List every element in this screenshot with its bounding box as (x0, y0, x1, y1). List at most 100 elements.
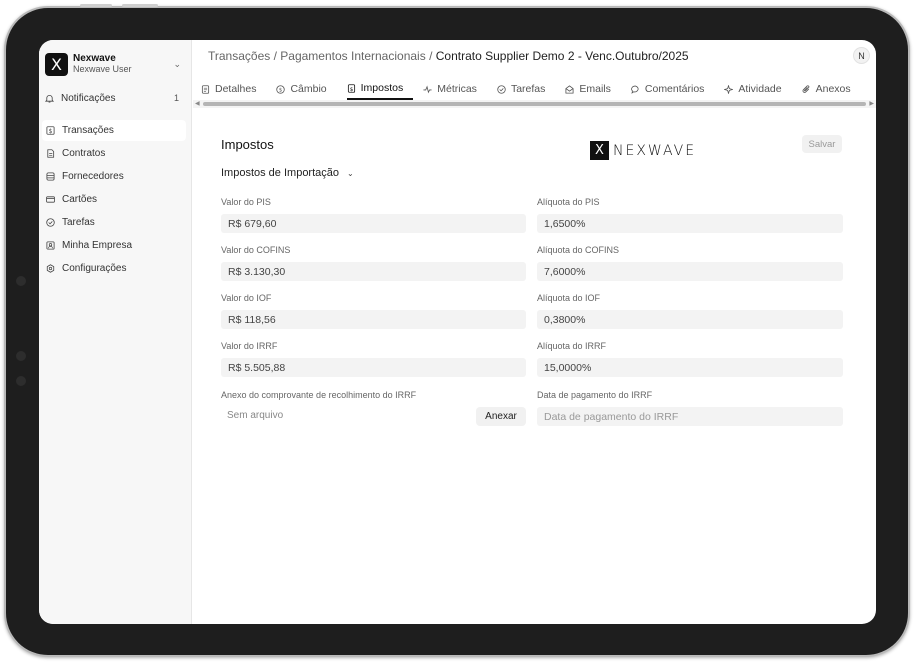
avatar[interactable]: N (853, 47, 870, 64)
tab-detalhes[interactable]: Detalhes (201, 78, 266, 100)
sidebar-item-fornecedores[interactable]: Fornecedores (42, 166, 186, 187)
payment-date-label: Data de pagamento do IRRF (537, 390, 653, 400)
sidebar: X Nexwave Nexwave User ⌄ Notificações 1 … (39, 40, 192, 624)
notifications-item[interactable]: Notificações 1 (45, 90, 185, 106)
sidebar-item-label: Cartões (62, 194, 98, 205)
breadcrumb-pagamentos[interactable]: Pagamentos Internacionais (280, 49, 425, 63)
pis-value-label: Valor do PIS (221, 197, 271, 207)
pis-rate-label: Alíquota do PIS (537, 197, 600, 207)
comment-icon (631, 85, 640, 94)
mail-icon (565, 84, 574, 94)
tab-cambio[interactable]: $ Câmbio (276, 78, 336, 100)
brand-name: Nexwave (73, 53, 116, 64)
breadcrumb-separator: / (273, 49, 277, 63)
cofins-value-field[interactable]: R$ 3.130,30 (221, 262, 526, 281)
breadcrumb-current: Contrato Supplier Demo 2 - Venc.Outubro/… (435, 49, 689, 63)
irrf-rate-label: Alíquota do IRRF (537, 341, 607, 351)
sidebar-item-minha-empresa[interactable]: Minha Empresa (42, 235, 186, 256)
breadcrumb-transacoes[interactable]: Transações (208, 49, 270, 63)
sidebar-item-label: Configurações (62, 263, 127, 274)
irrf-attachment-label: Anexo do comprovante de recolhimento do … (221, 390, 417, 400)
hardware-button (80, 4, 112, 7)
side-sensor (16, 351, 26, 361)
svg-text:$: $ (49, 129, 53, 135)
group-title: Impostos de Importação (221, 167, 340, 179)
payment-date-field[interactable]: Data de pagamento do IRRF (537, 407, 843, 426)
scroll-thumb[interactable] (203, 102, 866, 106)
chevron-down-icon: ⌄ (347, 168, 354, 178)
scroll-left-icon[interactable]: ◀ (195, 100, 200, 108)
iof-rate-field[interactable]: 0,3800% (537, 310, 843, 329)
tab-label: Tarefas (510, 83, 546, 95)
tab-emails[interactable]: Emails (565, 78, 621, 100)
sidebar-item-label: Contratos (62, 148, 106, 159)
tab-comentarios[interactable]: Comentários (631, 78, 715, 100)
tab-tarefas[interactable]: Tarefas (497, 78, 555, 100)
bell-icon (45, 94, 54, 103)
sidebar-item-configuracoes[interactable]: Configurações (42, 258, 186, 279)
paperclip-icon (802, 84, 811, 94)
pis-rate-field[interactable]: 1,6500% (537, 214, 843, 233)
brand-logo: X (45, 52, 68, 76)
check-circle-icon (497, 84, 506, 94)
side-sensor (16, 376, 26, 386)
page-title: Impostos (221, 137, 274, 152)
brand-user: Nexwave User (73, 64, 132, 74)
cofins-rate-field[interactable]: 7,6000% (537, 262, 843, 281)
watermark-logo: X (590, 141, 609, 160)
gear-icon (46, 264, 55, 273)
iof-value-label: Valor do IOF (221, 293, 272, 303)
irrf-value-label: Valor do IRRF (221, 341, 278, 351)
tab-impostos[interactable]: $ Impostos (346, 78, 414, 100)
chevron-down-icon: ⌄ (173, 59, 181, 69)
dollar-doc-icon: $ (347, 83, 356, 93)
save-button[interactable]: Salvar (802, 135, 842, 153)
hardware-button (122, 4, 158, 7)
dollar-circle-icon: $ (276, 84, 286, 94)
database-icon (46, 172, 55, 181)
tabs-scrollbar[interactable]: ◀ ▶ (193, 100, 876, 108)
sidebar-item-label: Transações (62, 125, 114, 136)
tab-atividade[interactable]: Atividade (724, 78, 791, 100)
side-sensor (16, 276, 26, 286)
import-taxes-toggle[interactable]: Impostos de Importação ⌄ (221, 167, 354, 179)
tab-label: Anexos (815, 83, 851, 95)
tab-bar: Detalhes $ Câmbio $ Impostos Métricas Ta… (201, 78, 876, 100)
sparkle-icon (724, 84, 734, 94)
breadcrumb-separator: / (429, 49, 433, 63)
document-icon (46, 149, 55, 158)
sidebar-item-label: Fornecedores (62, 171, 124, 182)
card-icon (46, 195, 55, 204)
workspace-switcher[interactable]: X Nexwave Nexwave User ⌄ (45, 51, 185, 77)
doc-lines-icon (201, 84, 210, 94)
tab-label: Câmbio (290, 83, 327, 95)
tab-label: Atividade (738, 83, 782, 95)
irrf-rate-field[interactable]: 15,0000% (537, 358, 843, 377)
iof-rate-label: Alíquota do IOF (537, 293, 601, 303)
company-icon (46, 241, 55, 250)
brand-watermark: X NEXWAVE (590, 141, 696, 160)
tab-label: Impostos (360, 82, 404, 94)
iof-value-field[interactable]: R$ 118,56 (221, 310, 526, 329)
sidebar-nav: $ Transações Contratos Fornecedores Cart… (39, 120, 192, 281)
notifications-count: 1 (173, 93, 179, 103)
irrf-value-field[interactable]: R$ 5.505,88 (221, 358, 526, 377)
tab-metricas[interactable]: Métricas (423, 78, 487, 100)
breadcrumb: Transações / Pagamentos Internacionais /… (208, 49, 689, 63)
sidebar-item-contratos[interactable]: Contratos (42, 143, 186, 164)
sidebar-item-cartoes[interactable]: Cartões (42, 189, 186, 210)
tab-label: Comentários (644, 83, 705, 95)
sidebar-item-tarefas[interactable]: Tarefas (42, 212, 186, 233)
scroll-right-icon[interactable]: ▶ (869, 100, 874, 108)
notifications-label: Notificações (61, 92, 116, 104)
main-content: Transações / Pagamentos Internacionais /… (193, 40, 876, 624)
tab-label: Emails (579, 83, 611, 95)
dollar-doc-icon: $ (46, 126, 55, 135)
app-screen: X Nexwave Nexwave User ⌄ Notificações 1 … (39, 40, 876, 624)
sidebar-item-transacoes[interactable]: $ Transações (42, 120, 186, 141)
attach-button[interactable]: Anexar (476, 407, 526, 426)
watermark-text: NEXWAVE (613, 142, 697, 159)
pis-value-field[interactable]: R$ 679,60 (221, 214, 526, 233)
sidebar-item-label: Tarefas (62, 217, 95, 228)
tab-anexos[interactable]: Anexos (802, 78, 861, 100)
